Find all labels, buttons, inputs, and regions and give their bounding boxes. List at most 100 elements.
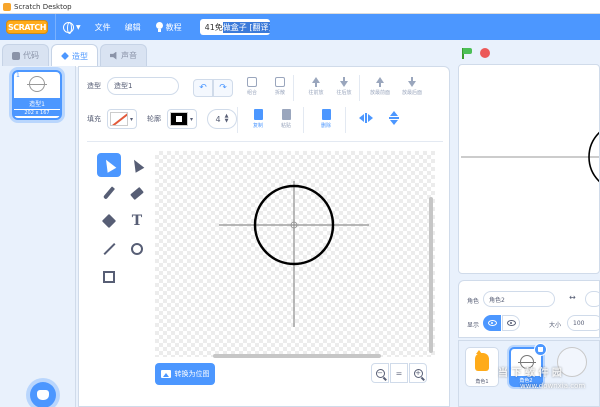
canvas-horizontal-scrollbar[interactable] [213,354,381,358]
canvas-vertical-scrollbar[interactable] [429,197,433,353]
x-position-input[interactable] [585,291,600,307]
cat-sprite-thumbnail [475,350,489,371]
outline-label: 轮廓 [147,115,161,123]
front-label: 放最前面 [369,90,390,96]
green-flag-icon[interactable] [462,48,472,59]
forward-button[interactable]: 往前放 [301,77,331,96]
window-titlebar: Scratch Desktop [0,0,600,14]
window-title: Scratch Desktop [14,2,72,11]
menu-separator [55,14,56,40]
lightbulb-icon [155,21,164,33]
tutorials-menu[interactable]: 教程 [155,21,182,33]
delete-button[interactable]: 删除 [311,109,341,129]
paint-bucket-icon [101,213,117,229]
costume-name: 造型1 [14,98,60,109]
fill-tool[interactable] [97,209,121,233]
back-button[interactable]: 放最后面 [397,77,427,96]
stage[interactable] [458,64,600,274]
select-tool[interactable] [97,153,121,177]
costume-index: 1 [16,72,20,79]
circle-icon [131,243,143,255]
arrow-up-icon [311,77,321,87]
eye-off-icon [506,320,516,326]
outline-width-stepper[interactable]: 4 ▲ ▼ [207,109,237,129]
edit-menu[interactable]: 编辑 [125,22,141,33]
flip-vertical-button[interactable] [379,113,409,123]
zoom-in-icon: + [413,368,423,378]
paste-button[interactable]: 粘贴 [271,109,301,129]
zoom-out-icon: − [375,368,385,378]
project-title-input[interactable]: 41免 做盒子 [翻译] [199,19,270,35]
tab-costumes-label: 造型 [72,51,88,61]
rectangle-tool[interactable] [97,265,121,289]
no-fill-swatch [110,112,128,126]
zoom-reset-button[interactable]: = [390,363,408,383]
backward-button[interactable]: 往后放 [329,77,359,96]
costume-tile[interactable]: 1 造型1 202 x 167 [12,70,62,120]
outline-color-picker[interactable]: ▾ [167,109,197,129]
delete-sprite-icon[interactable] [534,343,547,356]
show-label: 显示 [467,322,480,329]
code-icon [12,51,20,60]
costume-list: 1 造型1 202 x 167 [0,66,76,407]
fill-color-picker[interactable]: ▾ [107,109,137,129]
show-sprite-button[interactable] [483,315,501,331]
language-menu[interactable]: ▼ [63,21,81,34]
zoom-out-button[interactable]: − [371,363,389,383]
ungroup-button[interactable]: 拆散 [265,77,295,96]
select-arrow-icon [101,157,117,173]
toolbar-divider [293,75,294,101]
brush-icon [61,52,69,60]
zoom-in-button[interactable]: + [409,363,427,383]
copy-button[interactable]: 复制 [243,109,273,129]
ungroup-icon [275,77,285,87]
rectangle-icon [103,271,115,283]
stage-controls [456,44,600,62]
stepper-arrows-icon: ▲ ▼ [224,113,229,124]
choose-costume-button[interactable] [30,382,56,407]
fill-label: 填充 [87,115,101,123]
tab-code[interactable]: 代码 [2,44,49,66]
costume-name-input[interactable]: 造型1 [107,77,179,95]
group-icon [247,77,257,87]
reshape-tool[interactable] [125,153,149,177]
scratch-logo[interactable]: SCRATCH [6,20,48,34]
image-icon [160,370,171,378]
group-button[interactable]: 组合 [237,77,267,96]
sprite-card[interactable]: 角色1 [465,347,499,387]
drawing-canvas[interactable] [155,151,435,357]
outline-width-value: 4 [215,114,221,124]
speaker-icon [110,51,117,60]
tab-costumes[interactable]: 造型 [51,44,98,67]
watermark-url: www.downxia.com [520,382,586,390]
zoom-controls: − = + [371,363,427,383]
convert-to-bitmap-button[interactable]: 转换为位图 [155,363,215,385]
project-title-selection: 做盒子 [翻译] [222,21,270,33]
undo-button[interactable]: ↶ [193,79,213,97]
backward-label: 往后放 [336,90,352,96]
paste-icon [281,109,291,120]
text-icon: T [131,213,143,229]
stop-icon[interactable] [480,48,490,58]
tab-sounds-label: 声音 [121,51,137,60]
front-button[interactable]: 放最前面 [365,77,395,96]
copy-icon [253,109,263,120]
eraser-tool[interactable] [125,181,149,205]
sprite-info-panel: 角色 角色2 ↔ 显示 大小 100 [458,280,600,338]
redo-button[interactable]: ↷ [213,79,233,97]
reshape-arrow-icon [129,157,145,173]
circle-tool[interactable] [125,237,149,261]
arrow-top-icon [375,77,385,87]
text-tool[interactable]: T [125,209,149,233]
line-tool[interactable] [97,237,121,261]
flip-horizontal-button[interactable] [351,113,381,123]
style-row: 填充 ▾ 轮廓 ▾ 4 ▲ ▼ [87,109,237,129]
hide-sprite-button[interactable] [502,315,520,331]
eye-icon [487,320,497,326]
file-menu[interactable]: 文件 [95,22,111,33]
sprite-name-input[interactable]: 角色2 [483,291,555,307]
brush-tool[interactable] [97,181,121,205]
size-input[interactable]: 100 [567,315,600,331]
group-label: 组合 [246,90,257,96]
tab-sounds[interactable]: 声音 [100,44,147,66]
